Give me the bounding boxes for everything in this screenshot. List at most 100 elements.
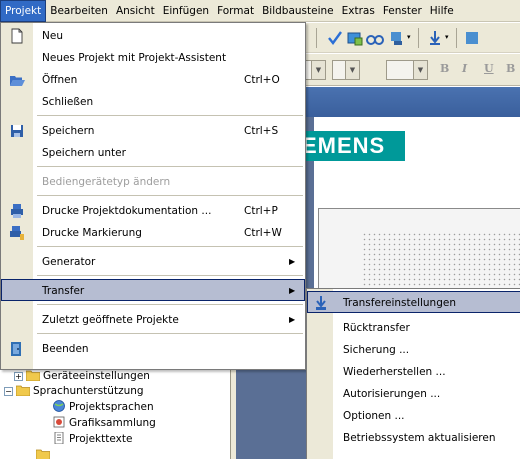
- bold-button[interactable]: B: [440, 62, 449, 75]
- exit-door-icon: [11, 342, 21, 356]
- tree-item-label: Geräteeinstellungen: [43, 370, 150, 382]
- menu-item-zuletzt-geoeffnete-projekte[interactable]: Zuletzt geöffnete Projekte ▶: [1, 309, 305, 331]
- menu-bearbeiten[interactable]: Bearbeiten: [46, 0, 112, 22]
- menu-item-bediengeraetetyp-aendern[interactable]: Bediengerätetyp ändern: [1, 171, 305, 193]
- menu-item-beenden[interactable]: Beenden: [1, 338, 305, 360]
- menu-extras[interactable]: Extras: [338, 0, 379, 22]
- menu-separator: [37, 166, 303, 167]
- tree-item-geraeteeinstellungen[interactable]: Geräteeinstellungen: [26, 369, 150, 384]
- graphics-icon: [53, 416, 65, 428]
- toolbar-separator: [316, 28, 317, 48]
- menu-item-label: Generator: [42, 256, 96, 268]
- projekt-menu: Neu Neues Projekt mit Projekt-Assistent …: [0, 22, 306, 370]
- menu-item-drucke-markierung[interactable]: Drucke Markierung Ctrl+W: [1, 222, 305, 244]
- toolbar-separator: [418, 28, 419, 48]
- chevron-down-icon[interactable]: ▾: [407, 33, 411, 41]
- submenu-item-label: Rücktransfer: [343, 322, 410, 334]
- menu-item-speichern[interactable]: Speichern Ctrl+S: [1, 120, 305, 142]
- workspace-gap: [236, 368, 300, 459]
- print-selection-icon: [10, 226, 24, 240]
- menu-item-label: Schließen: [42, 96, 94, 108]
- menu-item-label: Drucke Markierung: [42, 227, 142, 239]
- tree-item-projekttexte[interactable]: Projekttexte: [52, 432, 132, 447]
- submenu-arrow-icon: ▶: [289, 286, 296, 295]
- tree-item-label: Sprachunterstützung: [33, 385, 144, 397]
- tree-item-sprachunterstuetzung[interactable]: Sprachunterstützung: [16, 384, 144, 399]
- menu-separator: [37, 304, 303, 305]
- submenu-item-label: Betriebssystem aktualisieren: [343, 432, 496, 444]
- menu-item-speichern-unter[interactable]: Speichern unter: [1, 142, 305, 164]
- connect-icon[interactable]: [366, 29, 384, 47]
- tree-item-projektsprachen[interactable]: Projektsprachen: [52, 400, 154, 415]
- menu-separator: [37, 246, 303, 247]
- submenu-item-ruecktransfer[interactable]: Rücktransfer: [307, 317, 520, 339]
- expand-icon[interactable]: +: [14, 372, 23, 381]
- menu-item-shortcut: Ctrl+O: [244, 74, 280, 86]
- menu-format[interactable]: Format: [213, 0, 258, 22]
- open-folder-icon: [10, 76, 25, 86]
- submenu-item-wiederherstellen[interactable]: Wiederherstellen ...: [307, 361, 520, 383]
- menu-fenster[interactable]: Fenster: [379, 0, 426, 22]
- text-document-icon: [54, 432, 64, 444]
- submenu-item-label: Transfereinstellungen: [343, 297, 456, 309]
- download-icon[interactable]: [388, 29, 406, 47]
- siemens-logo: EMENS: [302, 133, 386, 158]
- submenu-item-label: Wiederherstellen ...: [343, 366, 446, 378]
- toolbar-separator: [456, 28, 457, 48]
- menu-item-oeffnen[interactable]: Öffnen Ctrl+O: [1, 69, 305, 91]
- menu-item-schliessen[interactable]: Schließen: [1, 91, 305, 113]
- collapse-icon[interactable]: −: [4, 387, 13, 396]
- menu-item-shortcut: Ctrl+P: [244, 205, 278, 217]
- size-combo[interactable]: ▼: [332, 60, 360, 80]
- submenu-arrow-icon: ▶: [289, 315, 296, 324]
- menu-item-transfer[interactable]: Transfer ▶: [1, 279, 305, 301]
- submenu-item-autorisierungen[interactable]: Autorisierungen ...: [307, 383, 520, 405]
- chevron-down-icon[interactable]: ▾: [445, 33, 449, 41]
- submenu-item-betriebssystem-aktualisieren[interactable]: Betriebssystem aktualisieren: [307, 427, 520, 449]
- submenu-item-label: Optionen ...: [343, 410, 405, 422]
- folder-icon: [36, 449, 50, 459]
- submenu-item-transfereinstellungen[interactable]: Transfereinstellungen: [307, 291, 520, 313]
- compile-icon[interactable]: [346, 29, 364, 47]
- menu-item-label: Zuletzt geöffnete Projekte: [42, 314, 179, 326]
- underline-button[interactable]: U: [484, 62, 494, 75]
- menu-item-label: Bediengerätetyp ändern: [42, 176, 171, 188]
- submenu-item-label: Autorisierungen ...: [343, 388, 441, 400]
- chevron-down-icon[interactable]: ▼: [413, 61, 427, 79]
- tree-item-label: Projekttexte: [69, 433, 133, 445]
- submenu-item-label: Sicherung ...: [343, 344, 410, 356]
- check-icon[interactable]: [326, 29, 344, 47]
- print-icon: [11, 204, 23, 218]
- menu-bildbausteine[interactable]: Bildbausteine: [258, 0, 338, 22]
- menu-item-label: Beenden: [42, 343, 89, 355]
- italic-button[interactable]: I: [462, 62, 467, 75]
- submenu-item-sicherung[interactable]: Sicherung ...: [307, 339, 520, 361]
- globe-icon: [53, 400, 65, 412]
- menu-item-drucke-projektdokumentation[interactable]: Drucke Projektdokumentation ... Ctrl+P: [1, 200, 305, 222]
- menu-item-generator[interactable]: Generator ▶: [1, 251, 305, 273]
- menu-separator: [37, 275, 303, 276]
- menu-ansicht[interactable]: Ansicht: [112, 0, 159, 22]
- transfer-submenu: Transfereinstellungen Rücktransfer Siche…: [306, 288, 520, 459]
- grid-area: [362, 232, 520, 286]
- tool-icon[interactable]: [463, 29, 481, 47]
- menu-item-label: Drucke Projektdokumentation ...: [42, 205, 212, 217]
- chevron-down-icon[interactable]: ▼: [311, 61, 325, 79]
- format-button[interactable]: B: [506, 62, 515, 75]
- menu-item-label: Transfer: [42, 285, 85, 297]
- submenu-arrow-icon: ▶: [289, 257, 296, 266]
- standard-toolbar: ▾ ▾: [300, 23, 520, 53]
- menu-item-neues-projekt-assistent[interactable]: Neues Projekt mit Projekt-Assistent: [1, 47, 305, 69]
- chevron-down-icon[interactable]: ▼: [345, 61, 359, 79]
- menu-einfuegen[interactable]: Einfügen: [159, 0, 213, 22]
- tree-item-grafiksammlung[interactable]: Grafiksammlung: [52, 416, 156, 431]
- menu-bar: Projekt Bearbeiten Ansicht Einfügen Form…: [0, 0, 520, 22]
- submenu-item-optionen[interactable]: Optionen ...: [307, 405, 520, 427]
- transfer-icon[interactable]: [426, 29, 444, 47]
- menu-item-neu[interactable]: Neu: [1, 25, 305, 47]
- style-combo[interactable]: ▼: [386, 60, 428, 80]
- menu-separator: [37, 115, 303, 116]
- menu-hilfe[interactable]: Hilfe: [426, 0, 458, 22]
- menu-item-label: Speichern: [42, 125, 95, 137]
- menu-projekt[interactable]: Projekt: [0, 0, 47, 22]
